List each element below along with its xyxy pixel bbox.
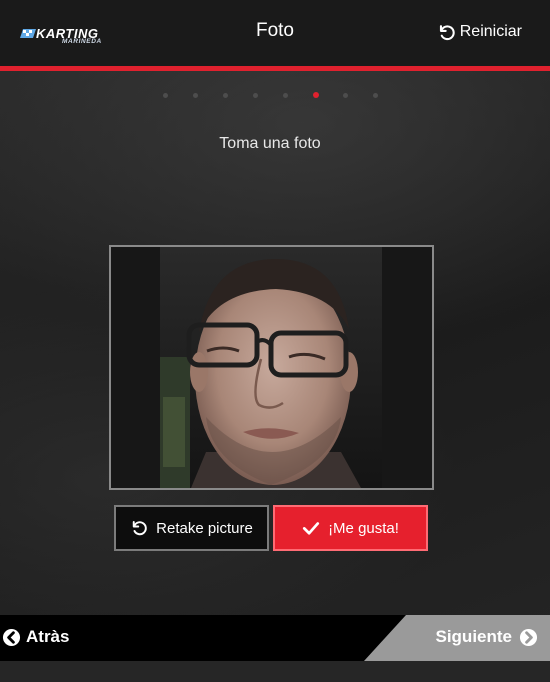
app-header: KARTING MARINEDA Foto Reiniciar — [0, 0, 550, 66]
undo-icon — [132, 521, 147, 536]
footer-nav: Atràs Siguiente — [0, 615, 550, 661]
instruction-text: Toma una foto — [219, 135, 321, 152]
step-dot — [253, 93, 258, 98]
reset-button[interactable]: Reiniciar — [437, 21, 522, 43]
retake-picture-button[interactable]: Retake picture — [114, 505, 269, 551]
step-dot — [373, 93, 378, 98]
step-dot — [193, 93, 198, 98]
next-label: Siguiente — [435, 627, 512, 646]
step-dot — [283, 93, 288, 98]
back-label: Atràs — [26, 627, 70, 646]
chevron-left-circle-icon — [2, 628, 21, 646]
step-indicator — [0, 92, 550, 100]
back-button[interactable]: Atràs — [2, 627, 69, 647]
like-photo-button[interactable]: ¡Me gusta! — [273, 505, 428, 551]
check-icon — [302, 522, 320, 535]
chevron-right-circle-icon — [519, 628, 538, 646]
step-dot — [313, 92, 319, 98]
bottom-strip — [0, 661, 550, 682]
reset-label: Reiniciar — [459, 23, 522, 40]
step-dot — [223, 93, 228, 98]
photo-preview — [109, 245, 434, 490]
next-button[interactable]: Siguiente — [435, 627, 538, 647]
step-dot — [163, 93, 168, 98]
undo-icon — [439, 24, 455, 40]
header-accent-line — [0, 66, 550, 71]
step-dot — [343, 93, 348, 98]
like-label: ¡Me gusta! — [328, 519, 399, 537]
retake-label: Retake picture — [156, 519, 253, 537]
captured-photo — [111, 247, 432, 488]
